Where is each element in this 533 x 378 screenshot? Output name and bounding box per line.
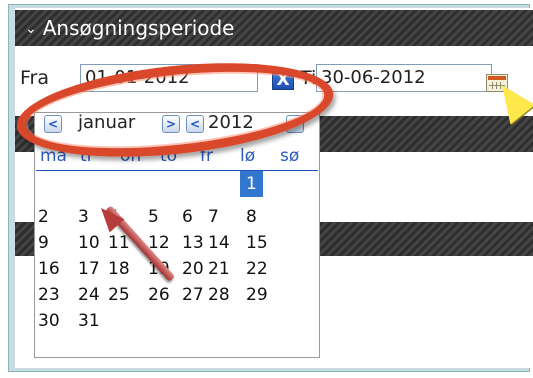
calendar-day[interactable]: 13 <box>182 230 204 256</box>
to-date-field[interactable]: 30-06-2012 <box>316 64 492 92</box>
calendar-day[interactable]: 25 <box>108 282 130 308</box>
section-header[interactable]: ⌄ Ansøgningsperiode <box>15 10 533 46</box>
calendar-day[interactable]: 27 <box>182 282 204 308</box>
calendar-day[interactable]: 21 <box>208 256 230 282</box>
calendar-day[interactable]: 9 <box>38 230 49 256</box>
calendar-day[interactable]: 8 <box>246 204 257 230</box>
calendar-day[interactable]: 22 <box>246 256 268 282</box>
calendar-day[interactable]: 30 <box>38 308 60 334</box>
calendar-day[interactable]: 3 <box>78 204 89 230</box>
calendar-day[interactable]: 23 <box>38 282 60 308</box>
weekday-label: lø <box>240 146 256 166</box>
chevron-down-icon: ⌄ <box>25 21 37 37</box>
section-title: Ansøgningsperiode <box>42 16 235 40</box>
calendar-day[interactable]: 26 <box>148 282 170 308</box>
calendar-day[interactable]: 5 <box>148 204 159 230</box>
calendar-day[interactable]: 1 <box>240 171 263 197</box>
calendar-day[interactable]: 6 <box>182 204 193 230</box>
calendar-day[interactable]: 29 <box>246 282 268 308</box>
from-label: Fra <box>20 67 50 89</box>
calendar-day[interactable]: 16 <box>38 256 60 282</box>
calendar-day[interactable]: 24 <box>78 282 100 308</box>
calendar-day[interactable]: 2 <box>38 204 49 230</box>
calendar-day[interactable]: 14 <box>208 230 230 256</box>
calendar-day[interactable]: 28 <box>208 282 230 308</box>
calendar-day[interactable]: 15 <box>246 230 268 256</box>
calendar-day[interactable]: 18 <box>108 256 130 282</box>
weekday-label: sø <box>280 146 300 166</box>
calendar-day[interactable]: 7 <box>208 204 219 230</box>
calendar-day[interactable]: 10 <box>78 230 100 256</box>
calendar-day[interactable]: 20 <box>182 256 204 282</box>
calendar-day[interactable]: 31 <box>78 308 100 334</box>
calendar-day[interactable]: 17 <box>78 256 100 282</box>
